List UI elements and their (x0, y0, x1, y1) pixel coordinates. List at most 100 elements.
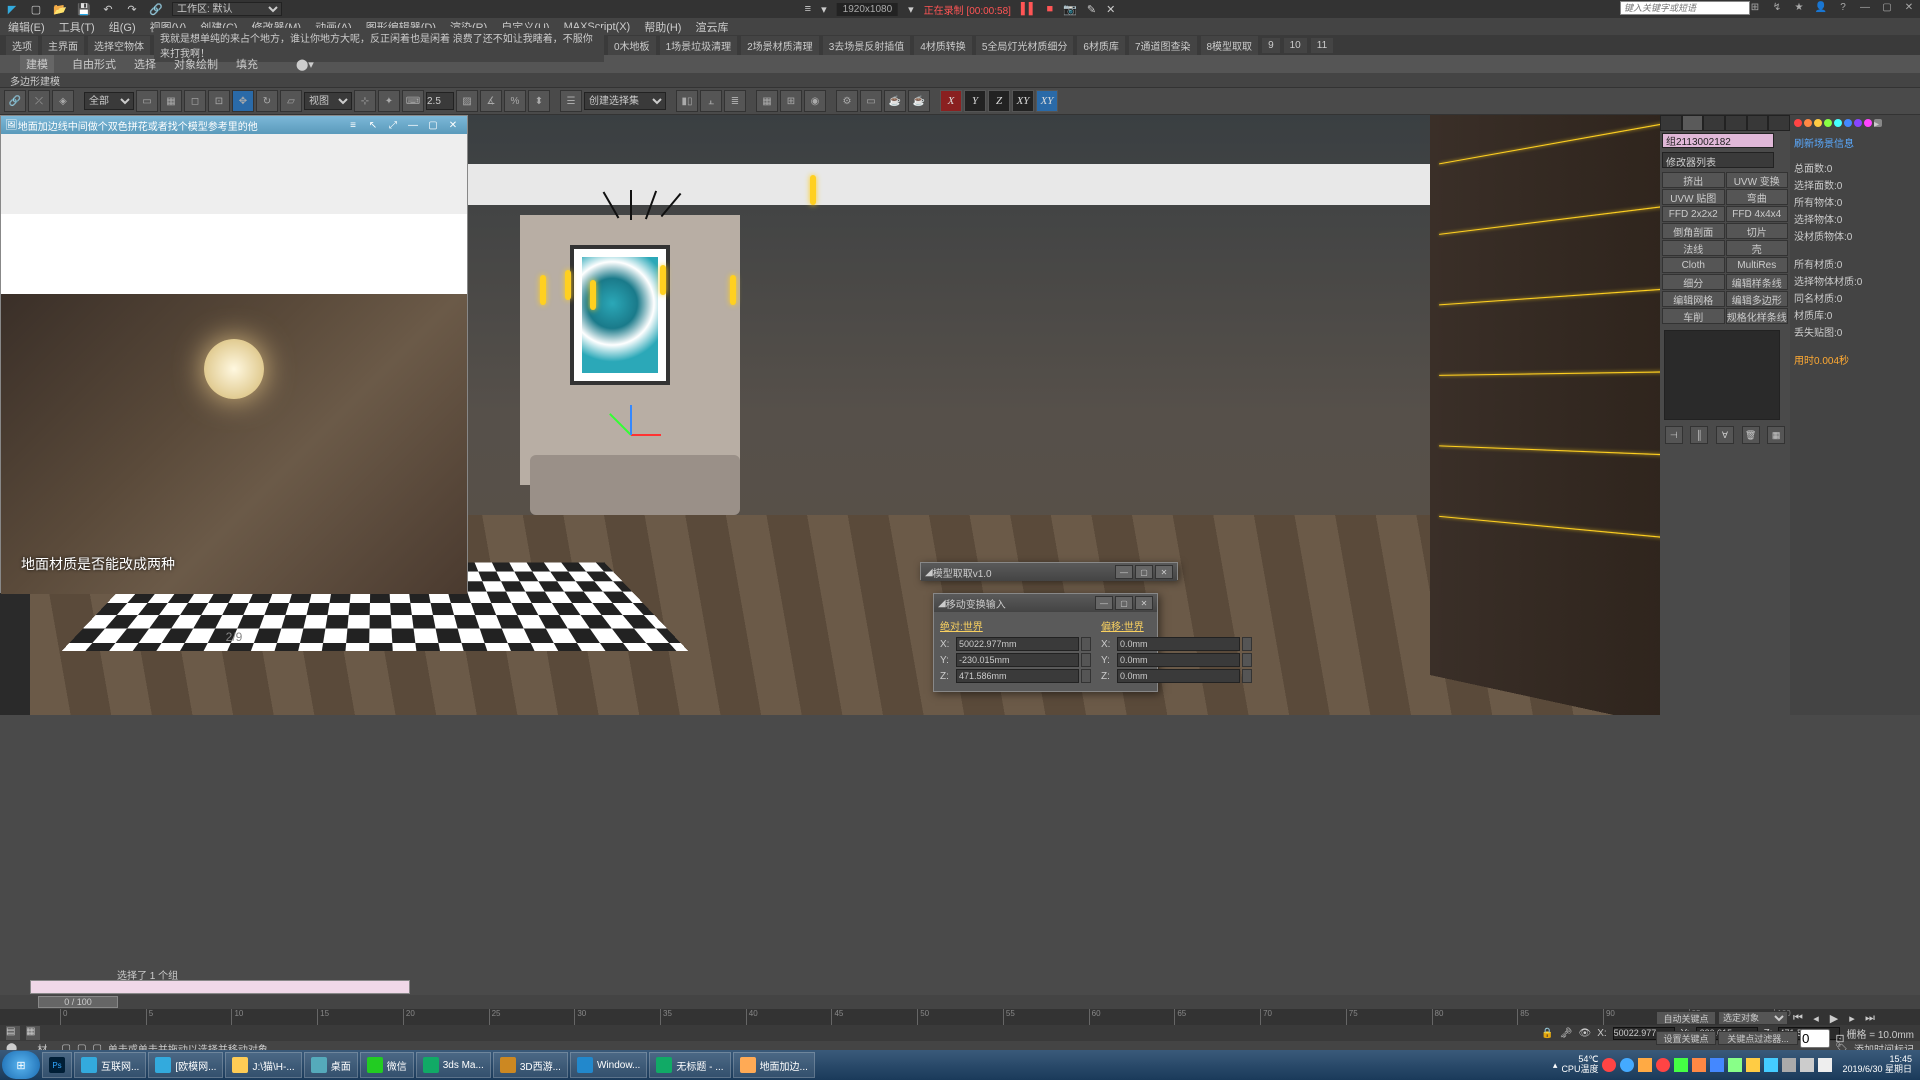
selection-filter[interactable]: 全部 (84, 92, 134, 110)
show-result-icon[interactable]: ║ (1690, 426, 1708, 444)
workspace-select[interactable]: 工作区: 默认 (172, 2, 282, 16)
tab-select-empty[interactable]: 选择空物体 (88, 36, 150, 55)
ref-cursor-icon[interactable]: ↖ (363, 118, 383, 132)
extract-close-icon[interactable]: ✕ (1155, 565, 1173, 579)
modifier-stack[interactable] (1664, 330, 1780, 420)
menu-toggle-icon[interactable]: ≡ (805, 3, 811, 15)
close-rec-icon[interactable]: ✕ (1106, 3, 1115, 16)
axis-x-button[interactable]: X (940, 90, 962, 112)
material-icon[interactable]: ◉ (804, 90, 826, 112)
tray-icon[interactable] (1764, 1058, 1778, 1072)
spinner-icon[interactable] (1242, 669, 1252, 683)
btn-multires[interactable]: MultiRes (1726, 257, 1789, 273)
off-y-input[interactable] (1117, 653, 1240, 667)
ribbon-toggle-icon[interactable]: ⬤▾ (296, 58, 314, 71)
script-icon[interactable]: ▦ (26, 1026, 40, 1040)
move-icon[interactable]: ✥ (232, 90, 254, 112)
save-icon[interactable]: 💾 (76, 1, 92, 17)
modify-tab-icon[interactable] (1682, 115, 1704, 131)
create-tab-icon[interactable] (1660, 115, 1682, 131)
btn-bend[interactable]: 弯曲 (1726, 189, 1789, 205)
tray-icon[interactable] (1710, 1058, 1724, 1072)
key-filters-button[interactable]: 关键点过滤器... (1718, 1031, 1798, 1045)
display-tab-icon[interactable] (1747, 115, 1769, 131)
btn-uvw-xform[interactable]: UVW 变换 (1726, 172, 1789, 188)
undo-icon[interactable]: ↶ (100, 1, 116, 17)
tab-7[interactable]: 7通道图查染 (1129, 36, 1197, 55)
close-icon[interactable]: ✕ (1900, 0, 1918, 14)
volume-icon[interactable] (1818, 1058, 1832, 1072)
menu-cloud[interactable]: 渲云库 (695, 19, 728, 35)
render-prod-icon[interactable]: ☕ (908, 90, 930, 112)
btn-ffd4[interactable]: FFD 4x4x4 (1726, 206, 1789, 222)
ref-expand-icon[interactable]: ⤢ (383, 118, 403, 132)
ribbon-fill[interactable]: 填充 (236, 56, 258, 72)
key-icon[interactable]: 🗝 (1560, 1028, 1573, 1039)
make-unique-icon[interactable]: ∀ (1716, 426, 1734, 444)
tray-up-icon[interactable]: ▴ (1553, 1060, 1558, 1071)
move-close-icon[interactable]: ✕ (1135, 596, 1153, 610)
tab-5[interactable]: 5全局灯光材质细分 (976, 36, 1074, 55)
off-x-input[interactable] (1117, 637, 1240, 651)
keyboard-icon[interactable]: ⌨ (402, 90, 424, 112)
hierarchy-tab-icon[interactable] (1703, 115, 1725, 131)
btn-lathe[interactable]: 车削 (1662, 308, 1725, 324)
tab-placeholder[interactable]: 我就是想单纯的来占个地方，谁让你地方大呢，反正闲着也是闲着 浪费了还不如让我瞎着… (154, 28, 604, 62)
tab-4[interactable]: 4材质转换 (914, 36, 972, 55)
btn-shell[interactable]: 壳 (1726, 240, 1789, 256)
btn-cloth[interactable]: Cloth (1662, 257, 1725, 273)
remove-mod-icon[interactable]: 🗑 (1742, 426, 1760, 444)
ref-coord-select[interactable]: 视图 (304, 92, 352, 110)
off-z-input[interactable] (1117, 669, 1240, 683)
scale-icon[interactable]: ▱ (280, 90, 302, 112)
pin-stack-icon[interactable]: ⊣ (1665, 426, 1683, 444)
goto-start-icon[interactable]: ⏮ (1790, 1010, 1806, 1026)
ref-maximize-icon[interactable]: ▢ (423, 118, 443, 132)
taskbar-clock[interactable]: 15:45 2019/6/30 星期日 (1836, 1055, 1918, 1075)
btn-editspline[interactable]: 编辑样条线 (1726, 274, 1789, 290)
tab-10[interactable]: 10 (1284, 38, 1307, 53)
ribbon-select[interactable]: 选择 (134, 56, 156, 72)
tray-icon[interactable] (1674, 1058, 1688, 1072)
select-icon[interactable]: ▭ (136, 90, 158, 112)
refresh-scene-link[interactable]: 刷新场景信息 (1794, 135, 1916, 150)
maximize-icon[interactable]: ▢ (1878, 0, 1896, 14)
spinner-snap-icon[interactable]: ⬍ (528, 90, 550, 112)
utility-tab-icon[interactable] (1768, 115, 1790, 131)
tab-8[interactable]: 8模型取取 (1201, 36, 1259, 55)
btn-uvw-map[interactable]: UVW 贴图 (1662, 189, 1725, 205)
task-ps[interactable]: Ps (42, 1052, 72, 1078)
listener-icon[interactable]: ▤ (6, 1026, 20, 1040)
time-slider-thumb[interactable]: 0 / 100 (38, 996, 118, 1008)
goto-end-icon[interactable]: ⏭ (1862, 1010, 1878, 1026)
ref-minimize-icon[interactable]: — (403, 118, 423, 132)
manip-icon[interactable]: ✦ (378, 90, 400, 112)
help-icon[interactable]: ? (1834, 0, 1852, 14)
object-name-field[interactable] (1662, 133, 1774, 148)
abs-y-input[interactable] (956, 653, 1079, 667)
modifier-list-dropdown[interactable]: 修改器列表 (1662, 152, 1774, 168)
spinner-icon[interactable] (1081, 653, 1091, 667)
menu-tools[interactable]: 工具(T) (59, 19, 95, 35)
task-item[interactable]: 互联网... (74, 1052, 146, 1078)
new-icon[interactable]: ▢ (28, 1, 44, 17)
tray-icon[interactable] (1746, 1058, 1760, 1072)
btn-editpoly[interactable]: 编辑多边形 (1726, 291, 1789, 307)
menu-help[interactable]: 帮助(H) (644, 19, 681, 35)
axis-xy2-button[interactable]: XY (1036, 90, 1058, 112)
task-item[interactable]: 桌面 (304, 1052, 358, 1078)
move-min-icon[interactable]: — (1095, 596, 1113, 610)
tab-options[interactable]: 选项 (6, 36, 38, 55)
btn-bevel[interactable]: 倒角剖面 (1662, 223, 1725, 239)
render-setup-icon[interactable]: ⚙ (836, 90, 858, 112)
abs-x-input[interactable] (956, 637, 1079, 651)
help-search-input[interactable] (1620, 1, 1750, 15)
render-frame-icon[interactable]: ▭ (860, 90, 882, 112)
task-item[interactable]: 3D西游... (493, 1052, 568, 1078)
app-icon[interactable]: ◤ (4, 1, 20, 17)
tab-main[interactable]: 主界面 (42, 36, 84, 55)
angle-snap-icon[interactable]: ∡ (480, 90, 502, 112)
task-item[interactable]: [欧模网... (148, 1052, 223, 1078)
select-name-icon[interactable]: ▦ (160, 90, 182, 112)
spinner-icon[interactable] (1081, 669, 1091, 683)
